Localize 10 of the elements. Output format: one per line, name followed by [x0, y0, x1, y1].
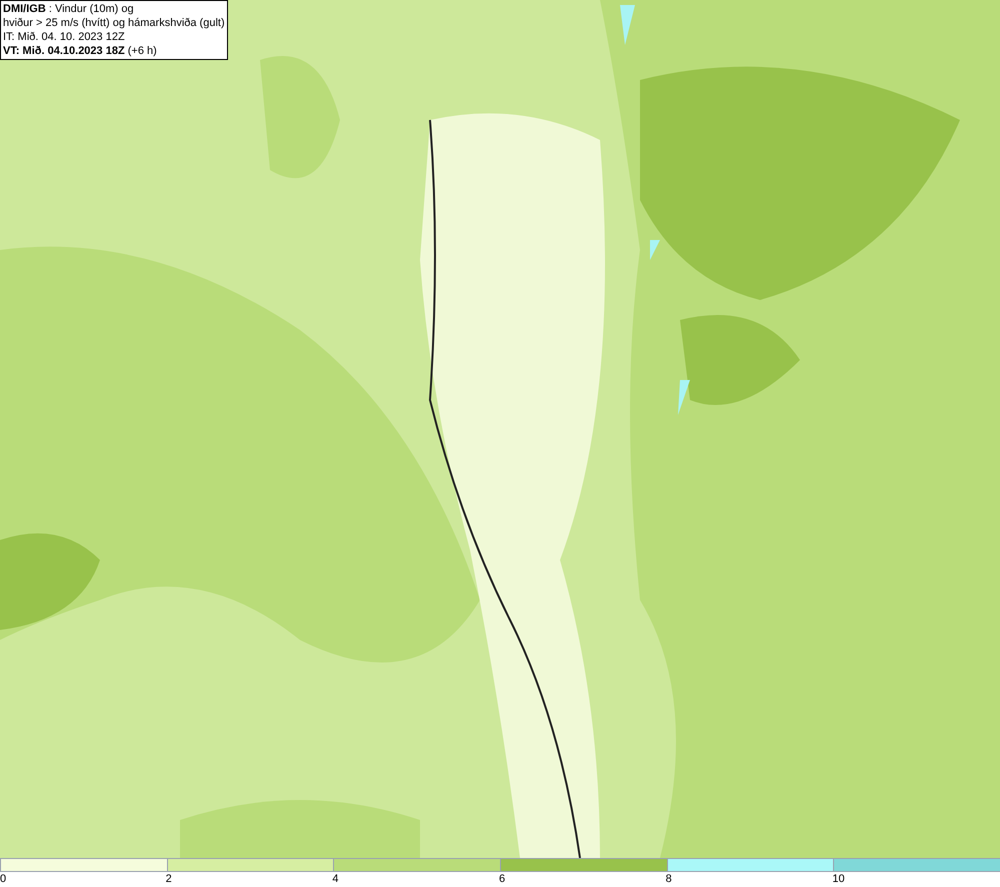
info-text: IT: Mið. 04. 10. 2023 12Z [3, 30, 126, 44]
info-text: VT: Mið. 04.10.2023 18Z (+6 h) [3, 44, 158, 58]
info-text: DMI/IGB : Vindur (10m) og [3, 2, 135, 16]
legend-label: 8 [666, 872, 672, 886]
legend-label: 2 [166, 872, 172, 886]
legend-label: 0 [0, 872, 6, 886]
info-text: hviður > 25 m/s (hvítt) og hámarkshviða (gult) [3, 16, 225, 30]
legend-label: 4 [332, 872, 338, 886]
legend-label: 10 [832, 872, 845, 886]
legend-label: 6 [499, 872, 506, 886]
